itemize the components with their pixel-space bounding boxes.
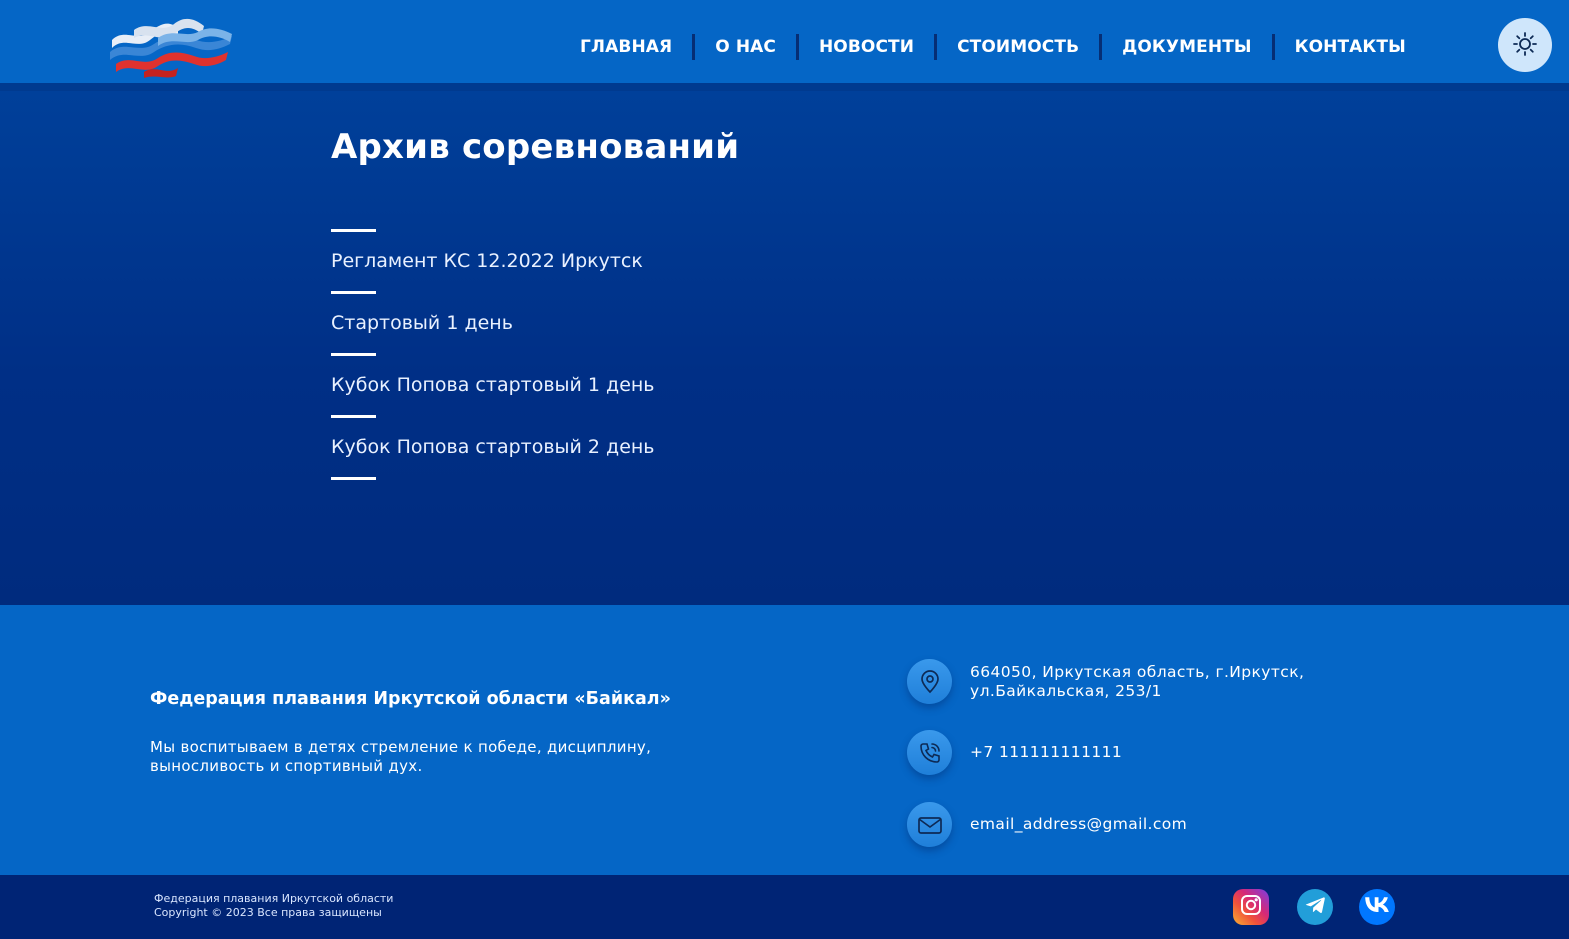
nav-item-news[interactable]: НОВОСТИ (799, 30, 934, 64)
archive-link[interactable]: Кубок Попова стартовый 1 день (331, 356, 731, 415)
logo[interactable] (104, 14, 236, 78)
contact-phone: +7 111111111111 (907, 730, 1122, 775)
bottom-bar: Федерация плавания Иркутской области Cop… (0, 875, 1569, 939)
copyright-line: Copyright © 2023 Все права защищены (154, 906, 382, 919)
archive-link[interactable]: Регламент КС 12.2022 Иркутск (331, 232, 731, 291)
telegram-link[interactable] (1297, 889, 1333, 925)
instagram-link[interactable] (1233, 889, 1269, 925)
phone-link[interactable]: +7 111111111111 (970, 743, 1122, 762)
address-line: 664050, Иркутская область, г.Иркутск, (970, 662, 1305, 681)
nav-item-home[interactable]: ГЛАВНАЯ (560, 30, 692, 64)
nav-item-documents[interactable]: ДОКУМЕНТЫ (1102, 30, 1271, 64)
archive-list: Регламент КС 12.2022 Иркутск Стартовый 1… (331, 229, 731, 480)
nav-item-pricing[interactable]: СТОИМОСТЬ (937, 30, 1099, 64)
site-footer: Федерация плавания Иркутской области «Ба… (0, 605, 1569, 875)
footer-description: Мы воспитываем в детях стремление к побе… (150, 738, 652, 775)
copyright: Федерация плавания Иркутской области Cop… (154, 892, 393, 920)
archive-link[interactable]: Кубок Попова стартовый 2 день (331, 418, 731, 477)
email-link[interactable]: email_address@gmail.com (970, 815, 1187, 834)
page-title: Архив соревнований (331, 127, 740, 167)
telegram-icon (1304, 895, 1326, 919)
nav-item-contacts[interactable]: КОНТАКТЫ (1275, 30, 1426, 64)
mail-icon (907, 802, 952, 847)
vk-link[interactable] (1359, 889, 1395, 925)
divider (331, 477, 376, 480)
contact-address: 664050, Иркутская область, г.Иркутск, ул… (907, 659, 1304, 704)
phone-icon (907, 730, 952, 775)
site-header: ГЛАВНАЯ О НАС НОВОСТИ СТОИМОСТЬ ДОКУМЕНТ… (0, 0, 1569, 87)
main-content: Архив соревнований Регламент КС 12.2022 … (0, 91, 1569, 605)
archive-link[interactable]: Стартовый 1 день (331, 294, 731, 353)
address-text: 664050, Иркутская область, г.Иркутск, ул… (970, 663, 1304, 701)
vk-icon (1365, 897, 1389, 917)
theme-toggle-button[interactable] (1498, 18, 1552, 72)
copyright-line: Федерация плавания Иркутской области (154, 892, 394, 905)
instagram-icon (1240, 894, 1262, 920)
location-pin-icon (907, 659, 952, 704)
nav-item-about[interactable]: О НАС (695, 30, 796, 64)
contact-email: email_address@gmail.com (907, 802, 1187, 847)
footer-org-name: Федерация плавания Иркутской области «Ба… (150, 689, 671, 709)
sun-icon (1512, 31, 1538, 60)
address-line: ул.Байкальская, 253/1 (970, 681, 1162, 700)
main-nav: ГЛАВНАЯ О НАС НОВОСТИ СТОИМОСТЬ ДОКУМЕНТ… (560, 30, 1426, 64)
